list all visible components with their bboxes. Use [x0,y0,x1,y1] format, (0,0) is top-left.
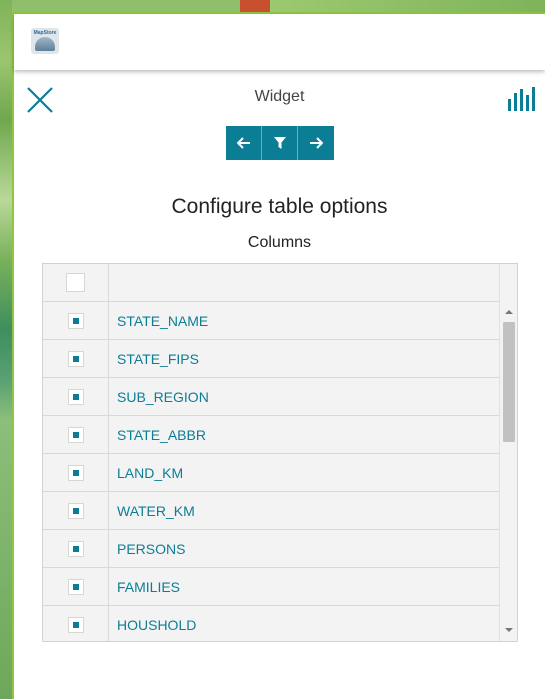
column-name: STATE_FIPS [117,350,199,367]
checkbox-checked-mark [72,621,79,628]
table-row[interactable]: SUB_REGION [43,378,499,416]
column-name: HOUSHOLD [117,616,197,633]
column-name: LAND_KM [117,464,184,481]
row-check-cell [43,340,109,377]
column-checkbox[interactable] [67,464,84,481]
filter-icon [273,137,286,149]
row-check-cell [43,302,109,339]
select-all-checkbox[interactable] [66,273,85,292]
row-check-cell [43,416,109,453]
table-row[interactable]: STATE_ABBR [43,416,499,454]
checkbox-checked-mark [72,431,79,438]
column-checkbox[interactable] [67,388,84,405]
column-checkbox[interactable] [67,616,84,633]
table-row[interactable]: STATE_NAME [43,302,499,340]
arrow-left-icon [236,137,250,149]
next-button[interactable] [298,126,334,160]
column-name: WATER_KM [117,502,195,519]
row-check-cell [43,530,109,567]
scrollbar-thumb[interactable] [503,322,515,442]
checkbox-checked-mark [72,507,79,514]
column-checkbox[interactable] [67,350,84,367]
row-check-cell [43,378,109,415]
table-row[interactable]: STATE_FIPS [43,340,499,378]
logo-text: MapStore [33,30,57,36]
column-checkbox[interactable] [67,540,84,557]
arrow-right-icon [310,137,323,149]
row-check-cell [43,492,109,529]
table-row[interactable]: PERSONS [43,530,499,568]
column-name: FAMILIES [117,578,181,595]
checkbox-checked-mark [72,317,79,324]
scroll-down-icon[interactable] [505,628,513,632]
table-row[interactable]: LAND_KM [43,454,499,492]
map-background-top [0,0,545,12]
navigation-toolbar [226,126,334,160]
column-checkbox[interactable] [67,426,84,443]
app-logo: MapStore [31,28,59,54]
table-row[interactable]: HOUSHOLD [43,606,499,641]
checkbox-checked-mark [72,545,79,552]
table-row[interactable]: FAMILIES [43,568,499,606]
column-name: STATE_ABBR [117,426,206,443]
back-button[interactable] [226,126,262,160]
column-checkbox[interactable] [67,578,84,595]
checkbox-checked-mark [72,469,79,476]
columns-heading: Columns [247,234,312,251]
page-title: Configure table options [171,195,388,218]
table-header [43,264,499,302]
widget-builder-panel: MapStore Widget Configure table options … [12,12,545,699]
table-scrollbar[interactable] [499,264,517,641]
column-name: PERSONS [117,540,186,557]
header-check-cell [43,264,109,301]
scroll-up-icon[interactable] [505,310,513,314]
column-checkbox[interactable] [67,502,84,519]
map-background-left [0,0,12,699]
checkbox-checked-mark [72,583,79,590]
table-row[interactable]: WATER_KM [43,492,499,530]
row-check-cell [43,568,109,605]
filter-button[interactable] [262,126,298,160]
bar-chart-icon[interactable] [506,87,536,111]
column-name: STATE_NAME [117,312,209,329]
column-name: SUB_REGION [117,388,209,405]
column-checkbox[interactable] [67,312,84,329]
checkbox-checked-mark [72,355,79,362]
columns-table: STATE_NAME STATE_FIPS SUB_REGION STATE_ABBR… [42,263,518,642]
checkbox-checked-mark [72,393,79,400]
logo-graphic [35,37,55,51]
panel-header: MapStore [14,14,545,70]
widget-title: Widget [254,88,305,105]
row-check-cell [43,454,109,491]
row-check-cell [43,606,109,641]
